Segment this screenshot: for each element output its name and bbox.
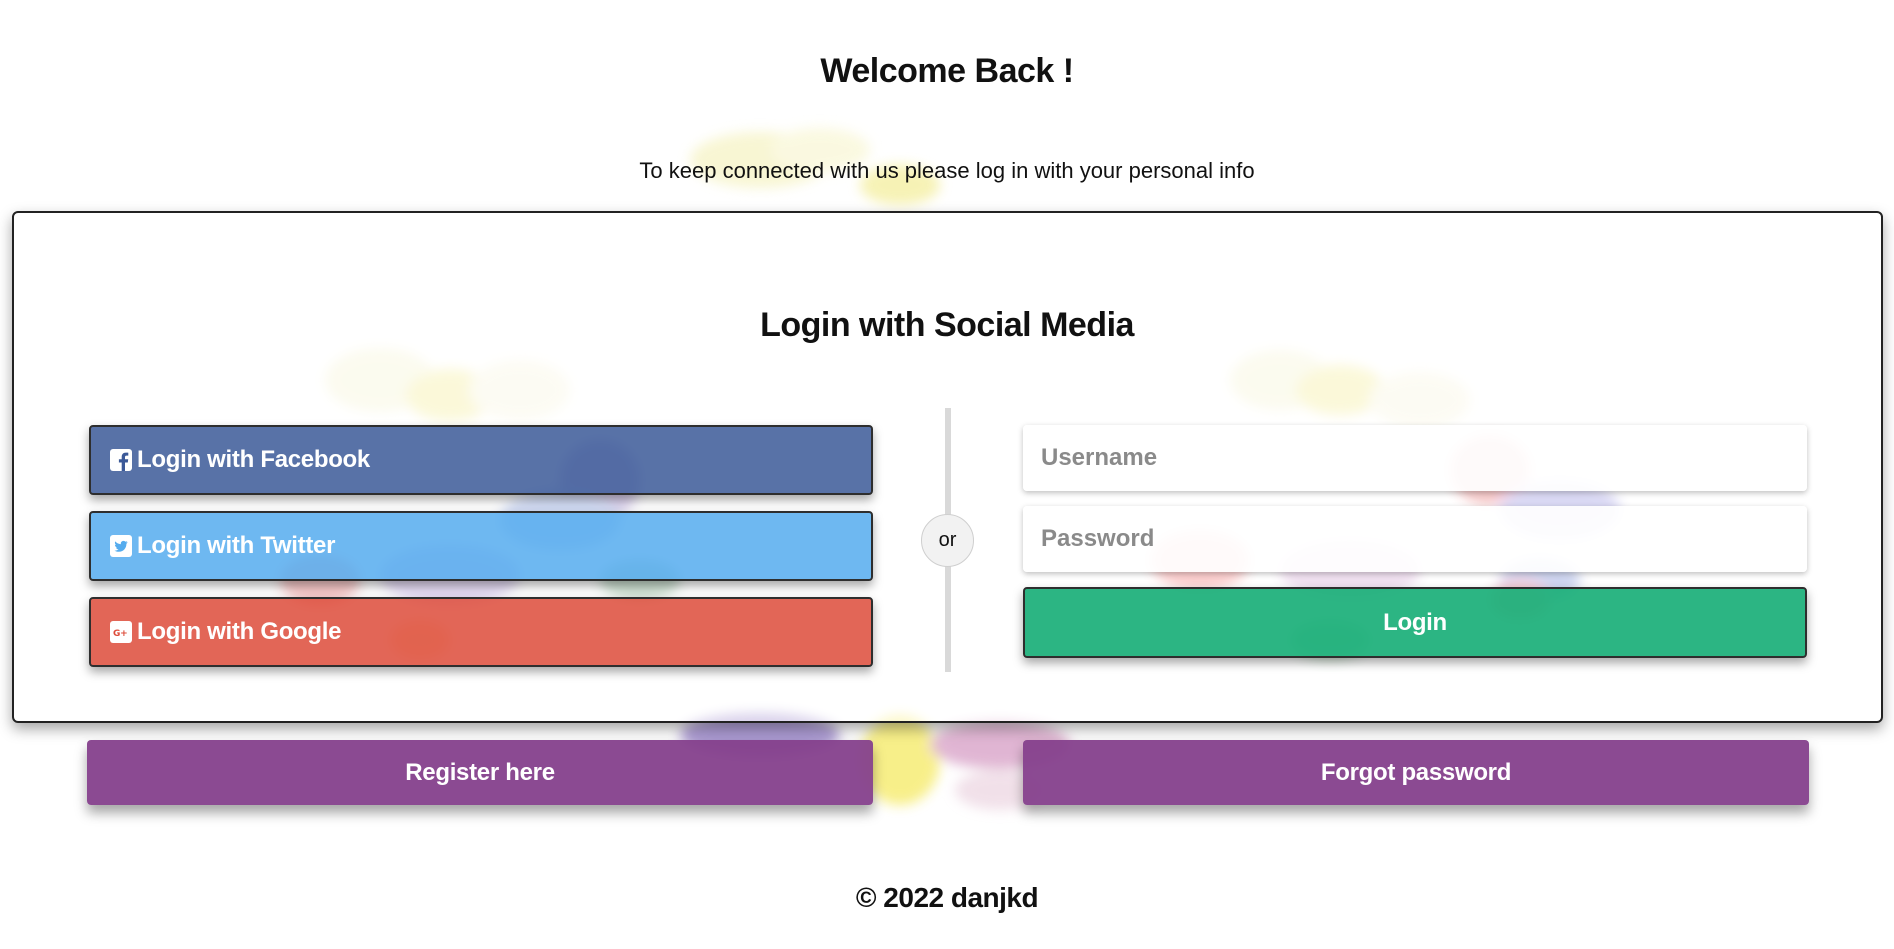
google-login-button[interactable]: G+ Login with Google — [89, 597, 873, 667]
google-login-label: Login with Google — [137, 618, 342, 645]
or-separator-badge: or — [921, 514, 974, 567]
page-title: Welcome Back ! — [820, 52, 1074, 90]
facebook-login-button[interactable]: Login with Facebook — [89, 425, 873, 495]
twitter-login-label: Login with Twitter — [137, 532, 336, 559]
google-plus-icon: G+ — [109, 620, 133, 644]
footer-copyright: © 2022 danjkd — [855, 882, 1039, 913]
forgot-password-button[interactable]: Forgot password — [1023, 740, 1809, 805]
password-input[interactable] — [1023, 506, 1807, 572]
register-button[interactable]: Register here — [87, 740, 873, 805]
facebook-login-label: Login with Facebook — [137, 446, 370, 473]
svg-text:G+: G+ — [113, 629, 127, 639]
page-subtitle: To keep connected with us please log in … — [639, 158, 1255, 183]
twitter-icon — [109, 534, 133, 558]
username-input[interactable] — [1023, 425, 1807, 491]
login-button[interactable]: Login — [1023, 587, 1807, 658]
social-login-heading: Login with Social Media — [760, 306, 1134, 344]
twitter-login-button[interactable]: Login with Twitter — [89, 511, 873, 581]
facebook-icon — [109, 448, 133, 472]
